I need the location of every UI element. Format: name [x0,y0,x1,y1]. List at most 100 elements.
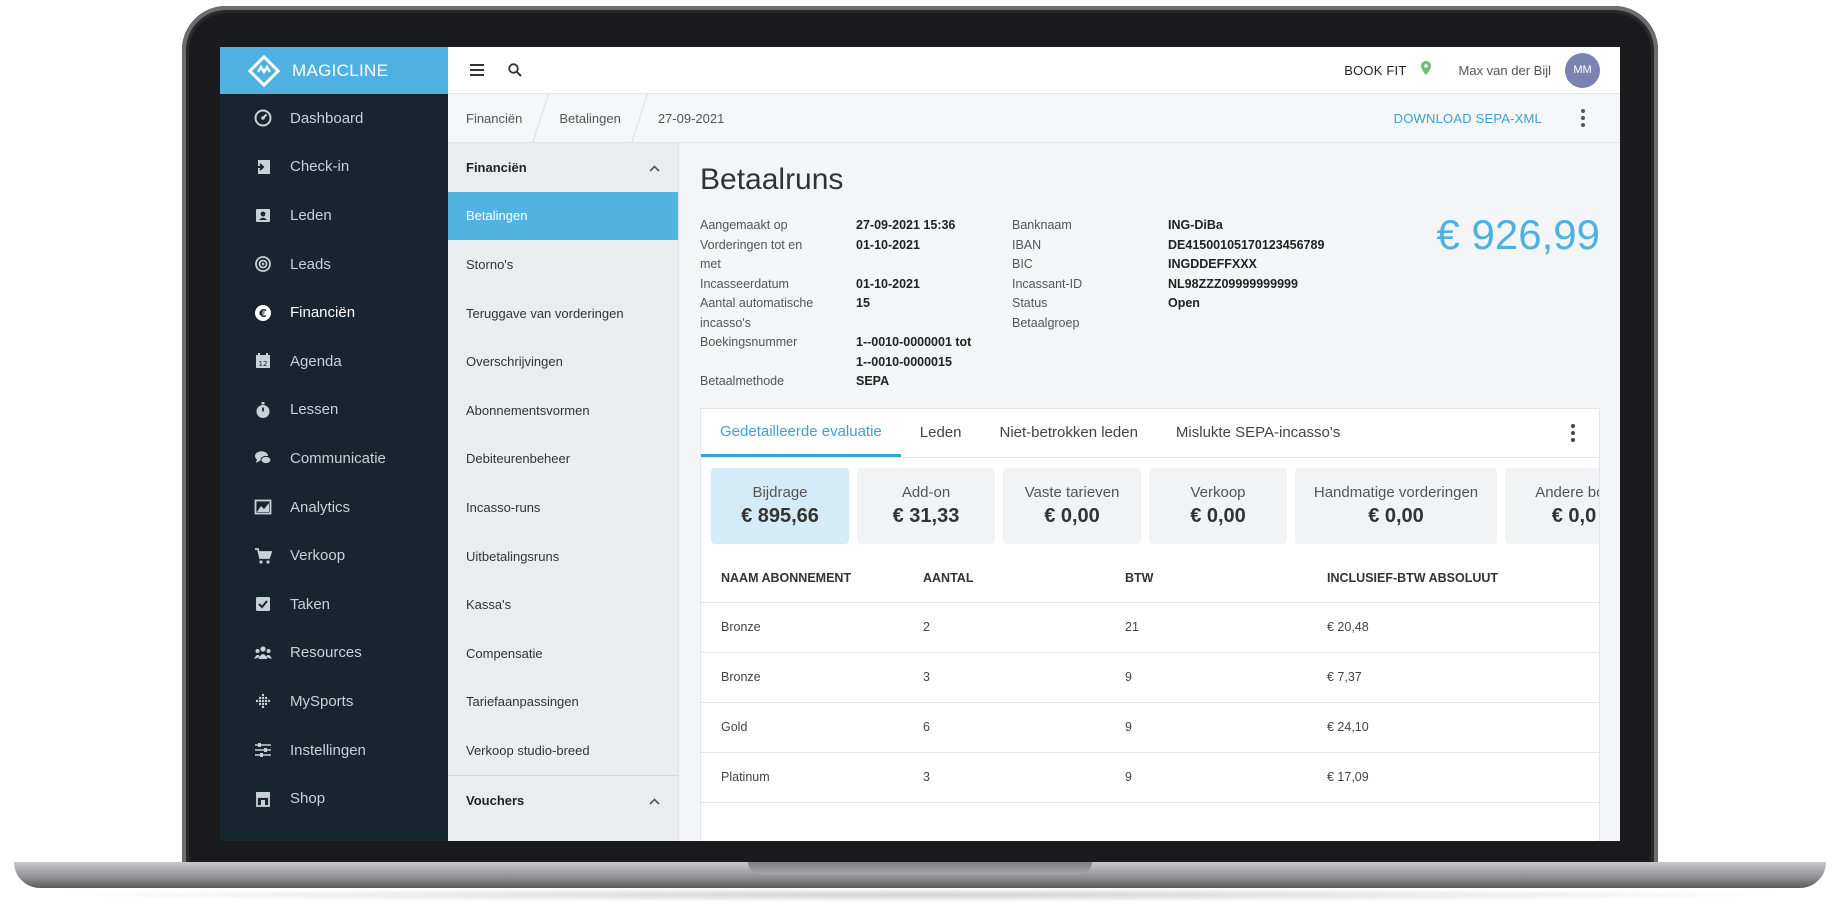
created-label: Aangemaakt op [700,218,788,232]
tab-gedetailleerde-evaluatie[interactable]: Gedetailleerde evaluatie [701,409,901,457]
subnav-item-compensatie[interactable]: Compensatie [448,629,678,678]
breadcrumb-item-betalingen[interactable]: Betalingen [541,94,638,143]
sidebar-item-instellingen[interactable]: Instellingen [220,726,448,775]
cell-subscription: Bronze [701,652,903,703]
dots-grid-icon [254,692,272,710]
sidebar-item-financien[interactable]: € Financiën [220,288,448,337]
tile-value: € 0,0 [1551,505,1597,527]
laptop-notch [748,862,1092,874]
column-header-btw[interactable]: BTW [1105,554,1307,603]
brand-bar[interactable]: MAGICLINE [220,47,448,94]
table-row[interactable]: Platinum 3 9 € 17,09 [701,752,1599,803]
main-content: Betaalruns Aangemaakt op 27-09-2021 15:3… [680,143,1620,841]
checkbox-icon [254,595,272,613]
tab-niet-betrokken-leden[interactable]: Niet-betrokken leden [981,409,1157,457]
column-header-naam-abonnement[interactable]: NAAM ABONNEMENT [701,554,903,603]
tile-bijdrage[interactable]: Bijdrage € 895,66 [711,468,849,544]
sidebar-item-dashboard[interactable]: Dashboard [220,94,448,143]
cell-vat: 9 [1105,752,1307,803]
tile-label: Vaste tarieven [1024,484,1120,501]
calendar-icon: 12 [254,352,272,370]
download-sepa-xml-button[interactable]: DOWNLOAD SEPA-XML [1394,111,1542,126]
tile-value: € 0,00 [1190,505,1246,527]
more-vertical-icon[interactable] [1568,103,1598,133]
sub-navigation: Financiën Betalingen Storno's Teruggave … [448,143,679,841]
people-icon [254,644,272,662]
subnav-section-financien[interactable]: Financiën [448,143,678,192]
user-name[interactable]: Max van der Bijl [1459,63,1551,78]
check-in-icon [254,158,272,176]
chart-icon [254,498,272,516]
subnav-item-uitbetalingsruns[interactable]: Uitbetalingsruns [448,532,678,581]
status-value: Open [1168,296,1200,310]
search-icon[interactable] [506,61,524,79]
table-header-row: NAAM ABONNEMENT AANTAL BTW INCLUSIEF-BTW… [701,554,1599,603]
sidebar-item-label: Taken [290,595,331,613]
tile-value: € 895,66 [741,505,819,527]
sidebar-item-verkoop[interactable]: Verkoop [220,531,448,580]
tab-leden[interactable]: Leden [901,409,981,457]
studio-name[interactable]: BOOK FIT [1344,63,1406,78]
sidebar-item-resources[interactable]: Resources [220,629,448,678]
subnav-item-incasso-runs[interactable]: Incasso-runs [448,483,678,532]
sidebar-item-label: Verkoop [290,547,346,565]
more-vertical-icon[interactable] [1559,419,1587,447]
auto-collections-label: Aantal automatische [700,296,814,310]
total-amount: € 926,99 [1436,211,1601,258]
table-row[interactable]: Bronze 2 21 € 20,48 [701,602,1599,653]
euro-icon: € [254,304,272,322]
sliders-icon [254,741,272,759]
dashboard-icon [254,109,272,127]
sidebar-item-label: Leads [290,255,331,273]
subnav-item-overschrijvingen[interactable]: Overschrijvingen [448,337,678,386]
menu-icon[interactable] [468,61,486,79]
sidebar-item-agenda[interactable]: 12 Agenda [220,337,448,386]
sidebar-item-shop[interactable]: Shop [220,774,448,823]
subnav-item-abonnementsvormen[interactable]: Abonnementsvormen [448,386,678,435]
subnav-item-kassas[interactable]: Kassa's [448,580,678,629]
sidebar-item-mysports[interactable]: MySports [220,677,448,726]
subnav-item-verkoop-studio-breed[interactable]: Verkoop studio-breed [448,726,678,775]
subnav-item-stornos[interactable]: Storno's [448,240,678,289]
evaluation-card: Gedetailleerde evaluatie Leden Niet-betr… [700,408,1600,841]
breadcrumb-item-financien[interactable]: Financiën [448,94,540,143]
subnav-item-debiteurenbeheer[interactable]: Debiteurenbeheer [448,435,678,484]
sidebar-item-communicatie[interactable]: Communicatie [220,434,448,483]
subnav-item-teruggave[interactable]: Teruggave van vorderingen [448,289,678,338]
svg-text:€: € [258,307,267,320]
cell-subscription: Gold [701,702,903,753]
sidebar-item-leden[interactable]: Leden [220,191,448,240]
breadcrumb-item-date: 27-09-2021 [657,110,725,126]
claims-until-value: 01-10-2021 [856,237,920,252]
subnav-section-vouchers[interactable]: Vouchers [448,776,678,825]
cell-amount: € 17,09 [1307,752,1599,803]
tile-add-on[interactable]: Add-on € 31,33 [857,468,995,544]
sidebar-item-analytics[interactable]: Analytics [220,483,448,532]
tile-andere-boekingen[interactable]: Andere boe € 0,0 [1505,468,1599,544]
tab-mislukte-sepa-incassos[interactable]: Mislukte SEPA-incasso's [1157,409,1359,457]
creditor-id-label: Incassant-ID [1012,276,1083,291]
subnav-section-label: Vouchers [466,792,525,808]
sidebar-item-taken[interactable]: Taken [220,580,448,629]
store-icon [254,790,272,808]
tile-verkoop[interactable]: Verkoop € 0,00 [1149,468,1287,544]
sidebar-item-leads[interactable]: Leads [220,240,448,289]
sidebar-item-lessen[interactable]: Lessen [220,386,448,435]
leads-icon [254,255,272,273]
column-header-aantal[interactable]: AANTAL [903,554,1105,603]
table-row[interactable]: Gold 6 9 € 24,10 [701,702,1599,753]
booking-number-label: Boekingsnummer [700,335,798,349]
payment-run-details: Aangemaakt op 27-09-2021 15:36 Vordering… [700,216,1016,392]
sidebar-item-check-in[interactable]: Check-in [220,143,448,192]
avatar[interactable]: MM [1565,52,1600,88]
iban-label: IBAN [1012,237,1042,252]
subnav-item-betalingen[interactable]: Betalingen [448,191,678,241]
table-row[interactable]: Bronze 3 9 € 7,37 [701,652,1599,703]
column-header-inclusief-btw[interactable]: INCLUSIEF-BTW ABSOLUUT [1307,554,1599,603]
tile-vaste-tarieven[interactable]: Vaste tarieven € 0,00 [1003,468,1141,544]
chevron-up-icon [649,160,660,175]
payment-method-label: Betaalmethode [700,374,785,388]
tile-handmatige-vorderingen[interactable]: Handmatige vorderingen € 0,00 [1295,468,1497,544]
created-value: 27-09-2021 15:36 [856,218,956,232]
subnav-item-tariefaanpassingen[interactable]: Tariefaanpassingen [448,678,678,727]
